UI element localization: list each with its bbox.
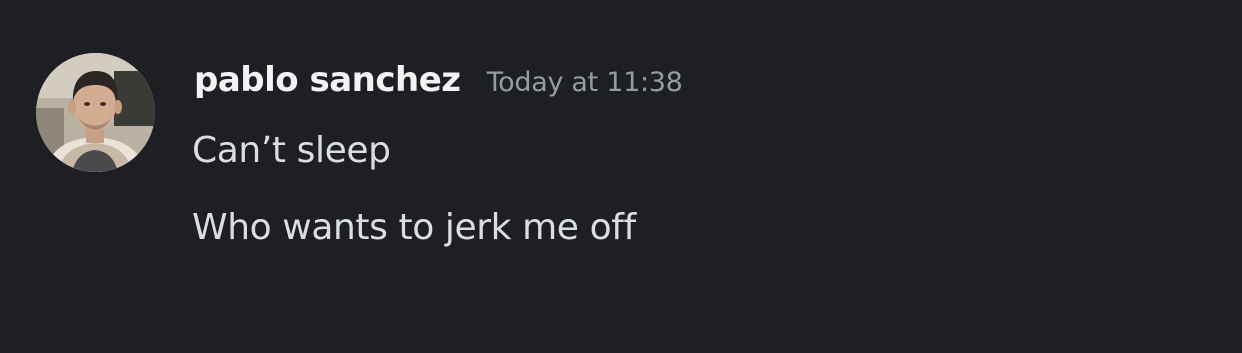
- avatar-photo-icon: [36, 53, 155, 172]
- user-avatar[interactable]: [36, 53, 155, 172]
- author-username[interactable]: pablo sanchez: [194, 60, 461, 100]
- message-timestamp: Today at 11:38: [486, 67, 683, 98]
- message-header: pablo sanchez Today at 11:38: [194, 60, 683, 110]
- message-text: Who wants to jerk me off: [192, 207, 636, 248]
- message-text: Can’t sleep: [192, 130, 391, 171]
- chat-message-group: pablo sanchez Today at 11:38 Can’t sleep…: [0, 0, 1242, 353]
